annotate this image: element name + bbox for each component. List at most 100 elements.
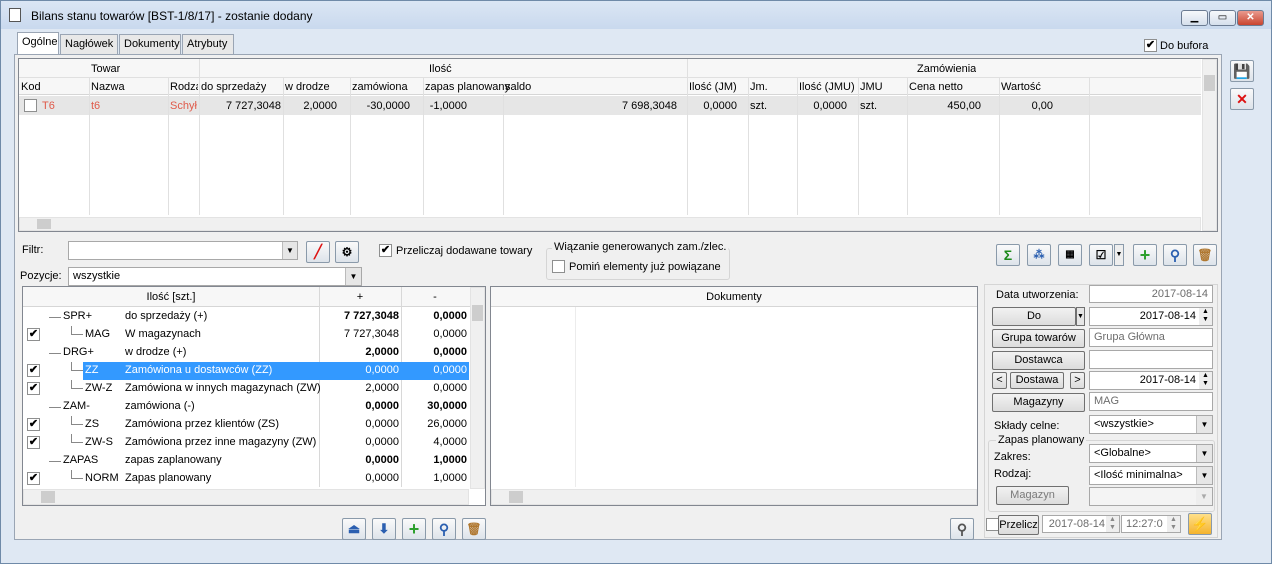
search-icon[interactable]: ⚲ [950,518,974,540]
sklady-select[interactable]: <wszystkie> [1089,415,1213,434]
dok-hscrollbar[interactable] [491,489,977,505]
vscroll-thumb[interactable] [472,305,483,321]
add-icon[interactable]: + [402,518,426,540]
col-saldo[interactable]: saldo [505,81,531,93]
przeliczaj-checkbox[interactable]: ✔ [379,244,392,257]
move-up-icon[interactable]: ⏏ [342,518,366,540]
numbering-icon[interactable]: ⁂ [1027,244,1051,266]
magazyn-select[interactable] [1089,487,1213,506]
sum-icon[interactable]: Σ [996,244,1020,266]
tab-naglowek[interactable]: Nagłówek [60,34,118,54]
col-w-drodze[interactable]: w drodze [285,81,330,93]
clear-filter-icon[interactable]: ╱ [306,241,330,263]
trash-icon[interactable]: 🗑 [1193,244,1217,266]
col-do-sprzedazy[interactable]: do sprzedaży [201,81,266,93]
scroll-thumb[interactable] [37,219,51,229]
col-jmu[interactable]: JMU [860,81,883,93]
tree-row[interactable]: ✔ ZS Zamówiona przez klientów (ZS) 0,0000 26… [23,416,485,434]
chevron-down-icon[interactable]: ▼ [1114,244,1124,266]
trash-icon[interactable]: 🗑 [462,518,486,540]
minimize-button[interactable]: ▁ [1181,10,1208,26]
maximize-button[interactable]: ▭ [1209,10,1236,26]
save-icon[interactable]: 💾 [1230,60,1254,82]
rodzaj-select[interactable]: <Ilość minimalna> [1089,466,1213,485]
tree-row[interactable]: ✔ ZZ Zamówiona u dostawców (ZZ) 0,0000 0,000… [23,362,485,380]
tree-row[interactable]: ✔ ZW-S Zamówiona przez inne magazyny (ZW) 0… [23,434,485,452]
tab-dokumenty[interactable]: Dokumenty [119,34,181,54]
search-icon[interactable]: ⚲ [1163,244,1187,266]
scroll-thumb[interactable] [509,491,523,503]
do-date[interactable]: 2017-08-14 [1089,307,1213,326]
pomin-checkbox[interactable] [552,260,565,273]
tree-row[interactable]: ✔ NORM Zapas planowany 0,0000 1,0000 [23,470,485,488]
col-ilosc[interactable]: Ilość [szt.] [23,291,319,303]
filtr-input[interactable] [68,241,298,260]
col-kod[interactable]: Kod [21,81,41,93]
next-dostawa-button[interactable]: > [1070,372,1085,389]
chevron-down-icon[interactable]: ▼ [1076,307,1085,326]
row-checkbox[interactable]: ✔ [27,328,40,341]
tree-row[interactable]: DRG+ w drodze (+) 2,0000 0,0000 [23,344,485,362]
dostawa-date[interactable]: 2017-08-14 [1089,371,1213,390]
row-checkbox[interactable]: ✔ [27,364,40,377]
tab-ogolne[interactable]: Ogólne [17,32,59,54]
col-minus[interactable]: - [401,291,469,303]
chevron-down-icon[interactable]: ▼ [1196,416,1212,433]
search-icon[interactable]: ⚲ [432,518,456,540]
chevron-down-icon[interactable]: ▼ [1196,488,1212,505]
spinner-icon[interactable]: ▲ ▼ [1199,308,1212,325]
spinner-icon[interactable]: ▲ ▼ [1167,516,1180,532]
przelicz-button[interactable]: Przelicz [998,515,1039,535]
dokumenty-panel[interactable]: Dokumenty [490,286,978,506]
items-grid[interactable]: Towar Ilość Zamówienia Kod Nazwa Rodza d… [18,58,1218,232]
col-cena-netto[interactable]: Cena netto [909,81,963,93]
close-window-button[interactable]: ✕ [1237,10,1264,26]
row-checkbox[interactable]: ✔ [27,418,40,431]
filter-tool-icon[interactable]: ⚙ [335,241,359,263]
magazyny-button[interactable]: Magazyny [992,393,1085,412]
dostawa-button[interactable]: Dostawa [1010,372,1064,389]
row-checkbox[interactable]: ✔ [27,382,40,395]
spinner-icon[interactable]: ▲ ▼ [1106,516,1119,532]
grupa-towarow-button[interactable]: Grupa towarów [992,329,1085,348]
chevron-down-icon[interactable]: ▼ [1196,467,1212,484]
magazyn-button[interactable]: Magazyn [996,486,1069,505]
spinner-icon[interactable]: ▲ ▼ [1199,372,1212,389]
col-jm[interactable]: Jm. [750,81,768,93]
row-checkbox[interactable]: ✔ [27,436,40,449]
row-checkbox[interactable] [24,99,37,112]
tree-row[interactable]: ✔ ZW-Z Zamówiona w innych magazynach (ZW) 2… [23,380,485,398]
col-rodzaj[interactable]: Rodza [170,81,198,93]
col-ilosc-jm[interactable]: Ilość (JM) [689,81,737,93]
check-list-icon[interactable]: ☑ [1089,244,1113,266]
tree-hscrollbar[interactable] [23,489,469,505]
col-plus[interactable]: + [319,291,401,303]
tab-atrybuty[interactable]: Atrybuty [182,34,234,54]
pozycje-select[interactable]: wszystkie [68,267,362,286]
tree-row[interactable]: SPR+ do sprzedaży (+) 7 727,3048 0,0000 [23,308,485,326]
cancel-icon[interactable]: ✕ [1230,88,1254,110]
do-button[interactable]: Do [992,307,1076,326]
lightning-icon[interactable]: ⚡ [1188,513,1212,535]
col-wartosc[interactable]: Wartość [1001,81,1041,93]
dostawca-button[interactable]: Dostawca [992,351,1085,370]
chevron-down-icon[interactable]: ▼ [282,242,297,259]
calendar-icon[interactable]: ▦ [1058,244,1082,266]
quantities-tree[interactable]: Ilość [szt.] + - SPR+ do sprzedaży (+) 7 7… [22,286,486,506]
row-checkbox[interactable]: ✔ [27,472,40,485]
vscroll-thumb[interactable] [1204,75,1215,91]
tree-row[interactable]: ZAM-zamówiona (-) 0,0000 30,0000 [23,398,485,416]
do-bufora-checkbox[interactable]: ✔ [1144,39,1157,52]
scroll-thumb[interactable] [41,491,55,503]
chevron-down-icon[interactable]: ▼ [1196,445,1212,462]
move-down-icon[interactable]: ⬇ [372,518,396,540]
add-icon[interactable]: + [1133,244,1157,266]
chevron-down-icon[interactable]: ▼ [345,268,361,285]
zakres-select[interactable]: <Globalne> [1089,444,1213,463]
horizontal-scrollbar[interactable] [19,217,1201,231]
tree-row[interactable]: ZAPAS zapas zaplanowany 0,0000 1,0000 [23,452,485,470]
col-zamowiona[interactable]: zamówiona [352,81,408,93]
col-zapas[interactable]: zapas planowany [425,81,510,93]
col-nazwa[interactable]: Nazwa [91,81,125,93]
tree-row[interactable]: ✔ MAG W magazynach 7 727,3048 0,0000 [23,326,485,344]
